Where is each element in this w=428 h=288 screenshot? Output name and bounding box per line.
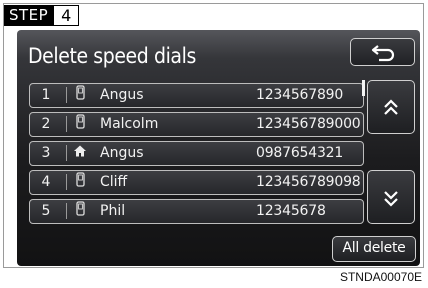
- mobile-phone-icon: [73, 84, 87, 106]
- mobile-phone-icon: [73, 171, 87, 193]
- contact-name: Angus: [100, 87, 144, 103]
- mobile-phone-icon: [73, 113, 87, 135]
- phone-number: 0987654321: [256, 145, 344, 161]
- all-delete-button[interactable]: All delete: [332, 236, 416, 262]
- list-item[interactable]: 2 Malcolm 123456789000: [29, 112, 364, 137]
- step-label: STEP: [4, 5, 54, 26]
- divider: [66, 116, 67, 132]
- contact-name: Cliff: [100, 174, 128, 190]
- screen-title: Delete speed dials: [28, 44, 196, 68]
- phone-number: 123456789000: [256, 116, 361, 132]
- scroll-down-button[interactable]: [367, 170, 415, 224]
- mobile-phone-icon: [73, 200, 87, 222]
- entry-index: 2: [41, 116, 51, 132]
- divider: [66, 203, 67, 219]
- entry-index: 1: [41, 87, 51, 103]
- step-number: 4: [53, 5, 80, 26]
- return-arrow-icon: [370, 39, 396, 63]
- contact-name: Malcolm: [100, 116, 159, 132]
- phone-number: 12345678: [256, 203, 326, 219]
- entry-index: 4: [41, 174, 51, 190]
- double-chevron-down-icon: [383, 184, 399, 208]
- list-item[interactable]: 1 Angus 1234567890: [29, 83, 364, 108]
- back-button[interactable]: [350, 38, 415, 66]
- divider: [66, 87, 67, 103]
- list-item[interactable]: 4 Cliff 123456789098: [29, 170, 364, 195]
- scroll-up-button[interactable]: [367, 80, 415, 134]
- entry-index: 3: [41, 145, 51, 161]
- home-icon: [73, 142, 87, 164]
- step-indicator: STEP 4: [4, 5, 80, 26]
- list-item[interactable]: 3 Angus 0987654321: [29, 141, 364, 166]
- divider: [66, 174, 67, 190]
- figure-code: STNDA00070E: [339, 270, 422, 284]
- double-chevron-up-icon: [383, 94, 399, 118]
- scrollbar-thumb[interactable]: [362, 80, 365, 96]
- display-screen: Delete speed dials 1 Angus 1234567890 2 …: [17, 30, 420, 266]
- contact-name: Angus: [100, 145, 144, 161]
- entry-index: 5: [41, 203, 51, 219]
- phone-number: 1234567890: [256, 87, 344, 103]
- contact-name: Phil: [100, 203, 126, 219]
- divider: [66, 145, 67, 161]
- list-item[interactable]: 5 Phil 12345678: [29, 199, 364, 224]
- phone-number: 123456789098: [256, 174, 361, 190]
